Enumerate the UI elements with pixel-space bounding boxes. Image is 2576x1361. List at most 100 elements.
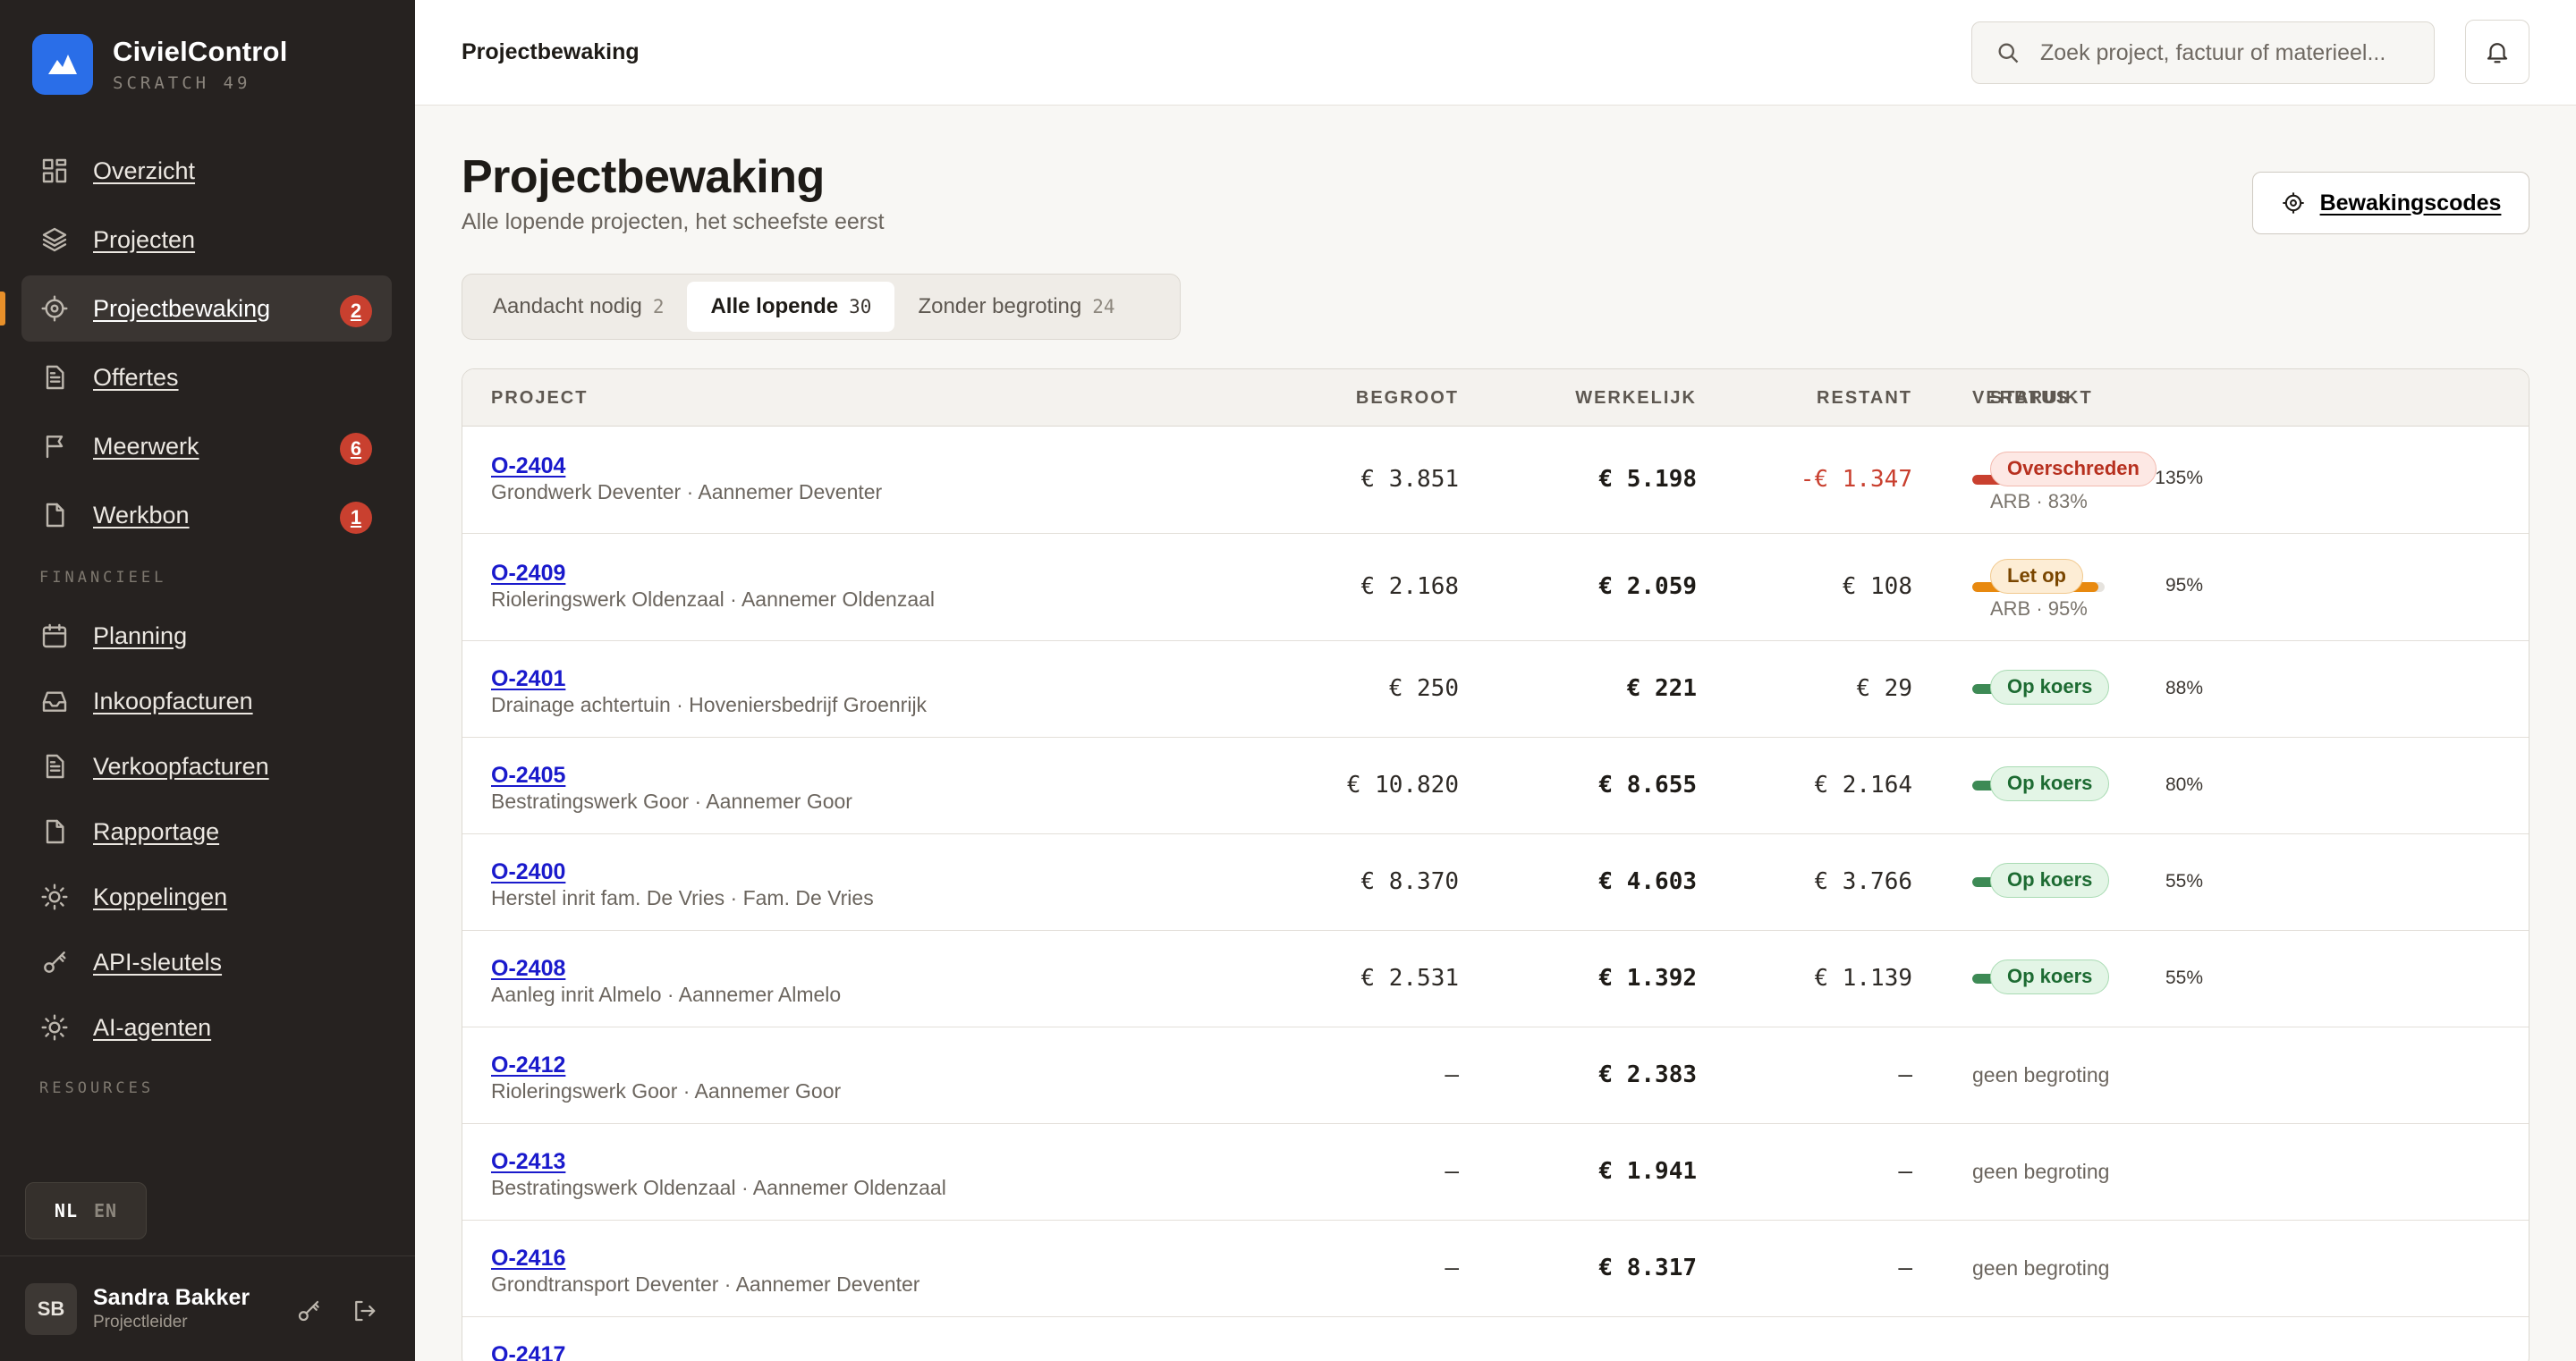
- table-row[interactable]: O-2409 Rioleringswerk Oldenzaal · Aanneme…: [462, 534, 2529, 641]
- column-header-project[interactable]: PROJECT: [491, 388, 588, 409]
- tab-label: Alle lopende: [710, 294, 839, 318]
- sidebar-item-label: API-sleutels: [93, 948, 223, 976]
- sidebar: CivielControl SCRATCH 49 Overzicht Proje…: [0, 0, 415, 1361]
- budget-value: € 250: [1388, 675, 1459, 702]
- flag-icon: [39, 431, 70, 461]
- project-link[interactable]: O-2409: [491, 561, 935, 587]
- sidebar-item-api-sleutels[interactable]: API-sleutels: [21, 931, 392, 993]
- remaining-value: € 29: [1856, 675, 1912, 702]
- project-link[interactable]: O-2417: [491, 1342, 565, 1361]
- tab-alle-lopende[interactable]: Alle lopende 30: [687, 282, 895, 332]
- notifications-button[interactable]: [2465, 20, 2529, 84]
- bell-icon: [2487, 43, 2508, 63]
- inbox-icon: [39, 686, 70, 716]
- user-panel: SB Sandra Bakker Projectleider: [0, 1255, 415, 1361]
- project-description: Drainage achtertuin · Hoveniersbedrijf G…: [491, 693, 928, 716]
- budget-value: —: [1445, 1158, 1459, 1185]
- table-row[interactable]: O-2417: [462, 1317, 2529, 1361]
- count-badge: 6: [340, 433, 372, 465]
- actual-value: € 1.941: [1598, 1158, 1697, 1185]
- column-header-status[interactable]: STATUS: [1990, 388, 2070, 409]
- project-link[interactable]: O-2416: [491, 1246, 919, 1272]
- tab-count: 30: [849, 296, 872, 317]
- actual-value: € 221: [1626, 675, 1697, 702]
- sidebar-item-meerwerk[interactable]: Meerwerk 6: [21, 413, 392, 479]
- monitoring-codes-button[interactable]: Bewakingscodes: [2252, 172, 2529, 234]
- tab-zonder-begroting[interactable]: Zonder begroting 24: [894, 282, 1138, 332]
- table-row[interactable]: O-2401 Drainage achtertuin · Hoveniersbed…: [462, 641, 2529, 738]
- search-box[interactable]: [1971, 21, 2435, 84]
- project-description: Bestratingswerk Oldenzaal · Aannemer Old…: [491, 1176, 946, 1199]
- table-row[interactable]: O-2416 Grondtransport Deventer · Aannemer…: [462, 1221, 2529, 1317]
- project-link[interactable]: O-2404: [491, 453, 882, 479]
- project-link[interactable]: O-2408: [491, 956, 841, 982]
- sidebar-item-overzicht[interactable]: Overzicht: [21, 138, 392, 204]
- status-badge: Overschreden: [1990, 452, 2157, 486]
- key-icon: [39, 947, 70, 977]
- status-badge: Op koers: [1990, 959, 2110, 994]
- project-cell: O-2404 Grondwerk Deventer · Aannemer Deve…: [491, 453, 882, 504]
- column-header-werkelijk[interactable]: WERKELIJK: [1575, 388, 1697, 409]
- project-cell: O-2413 Bestratingswerk Oldenzaal · Aannem…: [491, 1149, 946, 1200]
- topbar-title: Projectbewaking: [462, 39, 640, 64]
- key-icon[interactable]: [295, 1298, 322, 1324]
- status-detail: ARB · 95%: [1990, 597, 2088, 620]
- actual-value: € 4.603: [1598, 868, 1697, 895]
- grid-icon: [39, 156, 70, 186]
- no-budget-label: geen begroting: [1972, 1256, 2110, 1280]
- remaining-value: € 108: [1842, 573, 1912, 600]
- table-row[interactable]: O-2400 Herstel inrit fam. De Vries · Fam.…: [462, 834, 2529, 931]
- project-link[interactable]: O-2401: [491, 666, 927, 692]
- lang-en-option[interactable]: EN: [94, 1200, 117, 1222]
- usage-percent: 55%: [2165, 968, 2203, 988]
- project-description: Rioleringswerk Oldenzaal · Aannemer Olde…: [491, 588, 936, 611]
- table-row[interactable]: O-2412 Rioleringswerk Goor · Aannemer Goo…: [462, 1027, 2529, 1124]
- sidebar-item-rapportage[interactable]: Rapportage: [21, 800, 392, 863]
- sidebar-item-label: Koppelingen: [93, 883, 228, 910]
- sidebar-item-projecten[interactable]: Projecten: [21, 207, 392, 273]
- sidebar-nav: Overzicht Projecten Projectbewaking 2 Of…: [0, 138, 392, 1115]
- table-row[interactable]: O-2408 Aanleg inrit Almelo · Aannemer Alm…: [462, 931, 2529, 1027]
- actual-value: € 2.059: [1598, 573, 1697, 600]
- column-header-begroot[interactable]: BEGROOT: [1356, 388, 1459, 409]
- document-icon: [39, 751, 70, 782]
- project-cell: O-2400 Herstel inrit fam. De Vries · Fam.…: [491, 859, 874, 910]
- project-link[interactable]: O-2413: [491, 1149, 946, 1175]
- sun-icon: [39, 1012, 70, 1043]
- project-cell: O-2408 Aanleg inrit Almelo · Aannemer Alm…: [491, 956, 841, 1007]
- table-header: PROJECT BEGROOT WERKELIJK RESTANT VERBRU…: [462, 369, 2529, 427]
- sidebar-item-verkoopfacturen[interactable]: Verkoopfacturen: [21, 735, 392, 798]
- sidebar-item-label: Rapportage: [93, 817, 220, 845]
- crosshair-icon: [39, 293, 70, 324]
- table-row[interactable]: O-2413 Bestratingswerk Oldenzaal · Aannem…: [462, 1124, 2529, 1221]
- sidebar-item-projectbewaking[interactable]: Projectbewaking 2: [0, 275, 392, 342]
- tab-aandacht-nodig[interactable]: Aandacht nodig 2: [470, 282, 687, 332]
- remaining-value: € 2.164: [1814, 772, 1912, 799]
- page-subtitle: Alle lopende projecten, het scheefste ee…: [462, 209, 885, 234]
- lang-nl-option[interactable]: NL: [55, 1200, 78, 1222]
- tab-label: Aandacht nodig: [493, 294, 642, 318]
- sidebar-item-werkbon[interactable]: Werkbon 1: [21, 482, 392, 548]
- project-cell: O-2409 Rioleringswerk Oldenzaal · Aanneme…: [491, 561, 935, 612]
- language-toggle[interactable]: NL EN: [25, 1182, 147, 1239]
- sidebar-item-label: Verkoopfacturen: [93, 752, 269, 780]
- project-link[interactable]: O-2412: [491, 1052, 841, 1078]
- logout-icon[interactable]: [351, 1298, 377, 1324]
- sidebar-item-ai-agenten[interactable]: AI-agenten: [21, 996, 392, 1059]
- budget-value: € 10.820: [1346, 772, 1459, 799]
- actual-value: € 8.655: [1598, 772, 1697, 799]
- brand[interactable]: CivielControl SCRATCH 49: [32, 34, 288, 95]
- project-description: Rioleringswerk Goor · Aannemer Goor: [491, 1079, 842, 1103]
- sidebar-item-koppelingen[interactable]: Koppelingen: [21, 866, 392, 928]
- search-input[interactable]: [2040, 39, 2416, 66]
- top-bar: Projectbewaking: [415, 0, 2576, 106]
- status-detail: ARB · 83%: [1990, 490, 2088, 512]
- sidebar-item-planning[interactable]: Planning: [21, 604, 392, 667]
- project-link[interactable]: O-2405: [491, 763, 852, 789]
- sidebar-item-offertes[interactable]: Offertes: [21, 344, 392, 410]
- table-row[interactable]: O-2404 Grondwerk Deventer · Aannemer Deve…: [462, 427, 2529, 534]
- project-link[interactable]: O-2400: [491, 859, 874, 885]
- sidebar-item-inkoopfacturen[interactable]: Inkoopfacturen: [21, 670, 392, 732]
- column-header-restant[interactable]: RESTANT: [1817, 388, 1912, 409]
- table-row[interactable]: O-2405 Bestratingswerk Goor · Aannemer Go…: [462, 738, 2529, 834]
